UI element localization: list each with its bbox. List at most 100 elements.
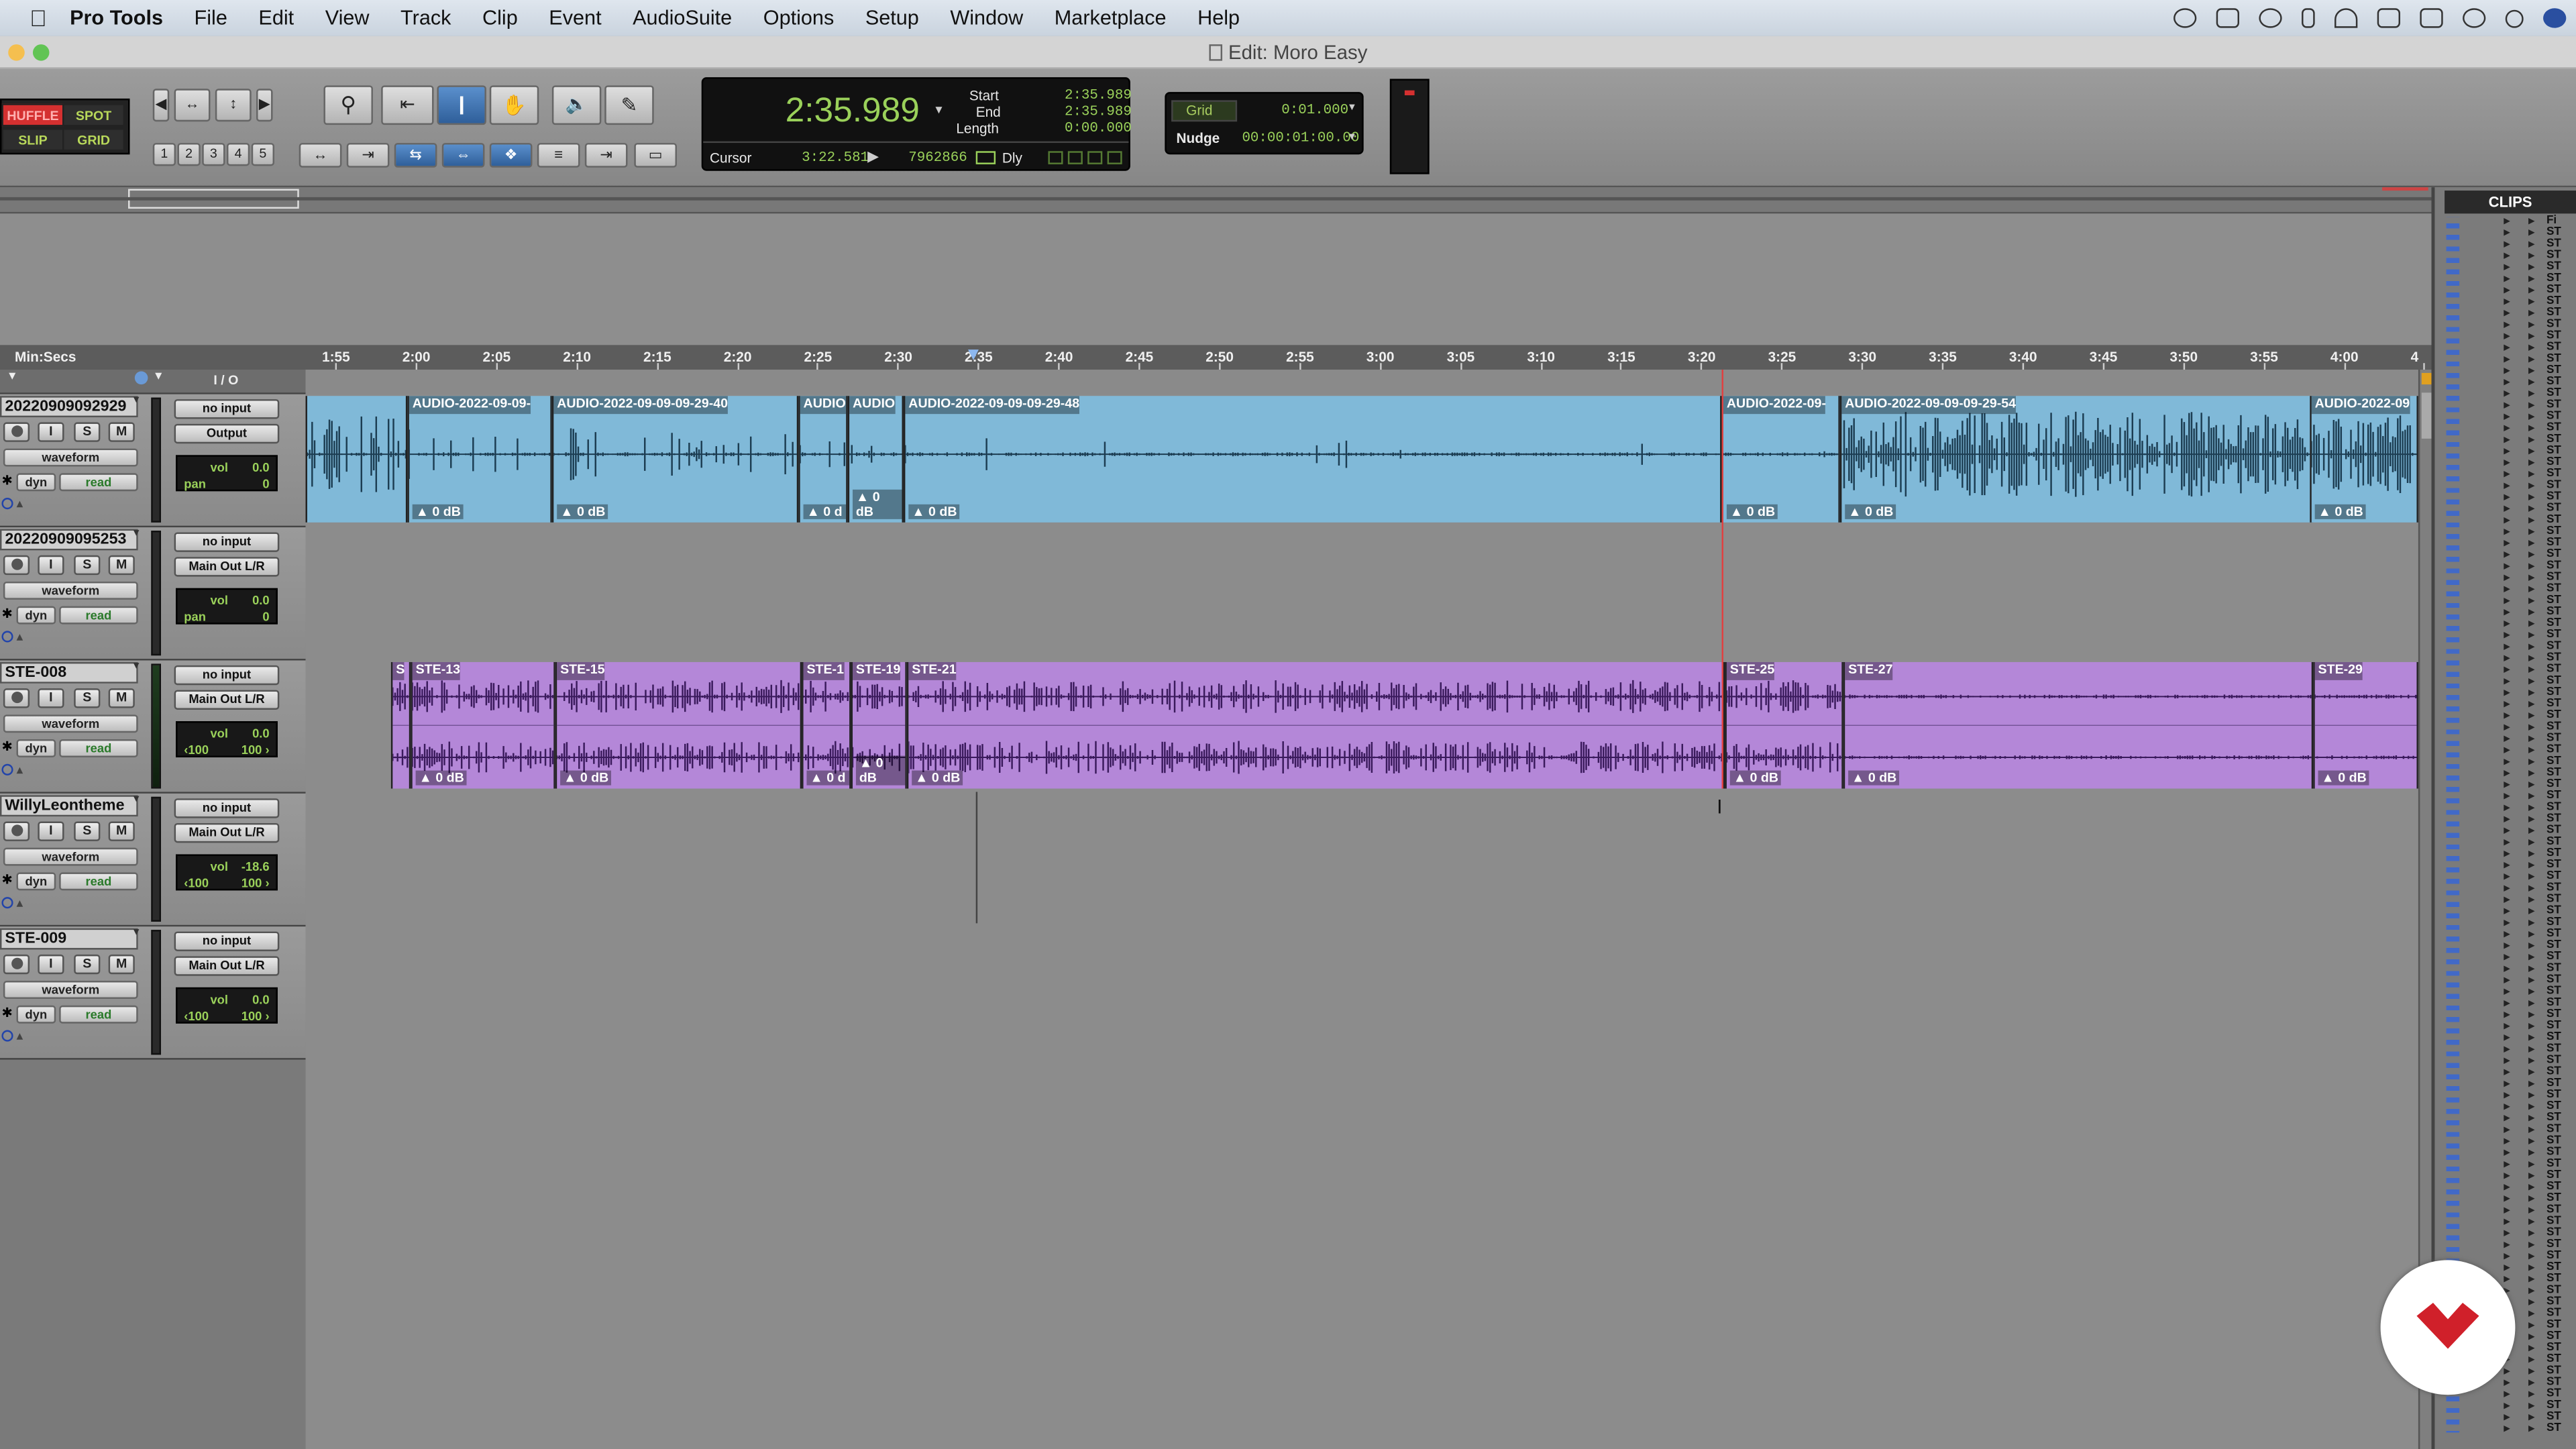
clip-expand-icon[interactable]: ▶ bbox=[2528, 1079, 2534, 1089]
vertical-zoom-button[interactable]: ↕ bbox=[215, 89, 252, 122]
clip-expand-icon[interactable]: ▶ bbox=[2528, 1309, 2534, 1320]
clip-expand-icon[interactable]: ▶ bbox=[2504, 574, 2510, 584]
clip-expand-icon[interactable]: ▶ bbox=[2504, 700, 2510, 710]
clips-list-entry[interactable]: ST bbox=[2546, 526, 2561, 537]
clip-expand-icon[interactable]: ▶ bbox=[2504, 424, 2510, 434]
clips-list-entry[interactable]: ST bbox=[2546, 928, 2561, 940]
playlist-icon[interactable]: ✱ bbox=[1, 872, 12, 887]
clips-list-entry[interactable]: ST bbox=[2546, 422, 2561, 433]
clips-list-entry[interactable]: ST bbox=[2546, 1331, 2561, 1342]
clips-list-entry[interactable]: ST bbox=[2546, 1227, 2561, 1238]
pan-right-value[interactable]: 100 › bbox=[241, 743, 270, 757]
clips-list-entry[interactable]: ST bbox=[2546, 790, 2561, 802]
clip-expand-icon[interactable]: ▶ bbox=[2528, 1229, 2534, 1239]
clip-expand-icon[interactable]: ▶ bbox=[2528, 1240, 2534, 1250]
track-header[interactable]: STE-008 ▼ I S Mwaveform ✱ dyn read ▴ no input Main… bbox=[0, 660, 306, 794]
pan-right-value[interactable]: 100 › bbox=[241, 875, 270, 890]
clip-expand-icon[interactable]: ▶ bbox=[2528, 550, 2534, 560]
clip-expand-icon[interactable]: ▶ bbox=[2528, 965, 2534, 975]
menu-file[interactable]: File bbox=[195, 7, 227, 30]
clips-list-entry[interactable]: ST bbox=[2546, 515, 2561, 526]
volume-value[interactable]: 0.0 bbox=[252, 593, 270, 608]
zoom-in-right-button[interactable]: ▶ bbox=[256, 89, 273, 122]
clips-list-entry[interactable]: ST bbox=[2546, 296, 2561, 307]
clip-expand-icon[interactable]: ▶ bbox=[2504, 769, 2510, 779]
clip-expand-icon[interactable]: ▶ bbox=[2528, 1367, 2534, 1377]
track-header[interactable]: STE-009 ▼ I S Mwaveform ✱ dyn read ▴ no input Main… bbox=[0, 926, 306, 1060]
clip-expand-icon[interactable]: ▶ bbox=[2504, 1137, 2510, 1147]
volume-icon[interactable] bbox=[2377, 8, 2400, 28]
track-resize-icon[interactable]: ▴ bbox=[16, 496, 23, 511]
clips-list-entry[interactable]: ST bbox=[2546, 733, 2561, 744]
clip-expand-icon[interactable]: ▶ bbox=[2528, 447, 2534, 457]
clip-expand-icon[interactable]: ▶ bbox=[2528, 941, 2534, 951]
clips-list-entry[interactable]: ST bbox=[2546, 502, 2561, 514]
clips-list-entry[interactable]: ST bbox=[2546, 1354, 2561, 1365]
clips-list-entry[interactable]: ST bbox=[2546, 480, 2561, 491]
trim-tool-icon[interactable]: ⇤ bbox=[381, 85, 434, 125]
clip-expand-icon[interactable]: ▶ bbox=[2528, 493, 2534, 503]
clips-list-entry[interactable]: ST bbox=[2546, 676, 2561, 687]
track-header[interactable]: 20220909095253 ▼ I S Mwaveform ✱ dyn read ▴ no in… bbox=[0, 527, 306, 661]
nudge-dropdown-icon[interactable]: ▼ bbox=[1347, 133, 1357, 143]
audio-clip[interactable]: AUDIO-2022-09 ▲ 0 dB bbox=[2310, 396, 2418, 523]
solo-button[interactable]: S bbox=[74, 555, 101, 576]
selection-length-value[interactable]: 0:00.000 bbox=[1065, 120, 1132, 136]
clip-expand-icon[interactable]: ▶ bbox=[2504, 861, 2510, 871]
track-resize-icon[interactable]: ▴ bbox=[16, 629, 23, 644]
clip-expand-icon[interactable]: ▶ bbox=[2504, 1183, 2510, 1193]
clips-list-entry[interactable]: ST bbox=[2546, 1377, 2561, 1388]
clips-list-entry[interactable]: ST bbox=[2546, 721, 2561, 733]
clips-list-entry[interactable]: ST bbox=[2546, 388, 2561, 399]
dyn-button[interactable]: dyn bbox=[16, 1005, 56, 1024]
globe-icon[interactable] bbox=[2174, 8, 2197, 28]
clip-expand-icon[interactable]: ▶ bbox=[2504, 884, 2510, 894]
grabber-hand-tool-icon[interactable]: ✋ bbox=[489, 85, 539, 125]
clips-list-entry[interactable]: ST bbox=[2546, 595, 2561, 606]
clips-list-entry[interactable]: ST bbox=[2546, 813, 2561, 824]
clip-expand-icon[interactable]: ▶ bbox=[2504, 297, 2510, 307]
clip-expand-icon[interactable]: ▶ bbox=[2504, 792, 2510, 802]
clip-expand-icon[interactable]: ▶ bbox=[2504, 401, 2510, 411]
audio-clip[interactable]: AUDIO-2022-09-09-09-29-54 ▲ 0 dB bbox=[1839, 396, 2314, 523]
clip-expand-icon[interactable]: ▶ bbox=[2528, 1045, 2534, 1055]
clip-expand-icon[interactable]: ▶ bbox=[2504, 965, 2510, 975]
clip-expand-icon[interactable]: ▶ bbox=[2504, 872, 2510, 882]
clip-expand-icon[interactable]: ▶ bbox=[2528, 343, 2534, 354]
clip-expand-icon[interactable]: ▶ bbox=[2528, 240, 2534, 250]
clips-list-entry[interactable]: ST bbox=[2546, 1365, 2561, 1377]
clip-expand-icon[interactable]: ▶ bbox=[2528, 1355, 2534, 1365]
clips-list-entry[interactable]: ST bbox=[2546, 894, 2561, 905]
clips-list-entry[interactable]: ST bbox=[2546, 227, 2561, 238]
keyboard-focus-icon[interactable]: ⇥ bbox=[584, 143, 628, 168]
clips-list-entry[interactable]: ST bbox=[2546, 1032, 2561, 1043]
zoom-preset-4[interactable]: 4 bbox=[226, 143, 250, 166]
input-monitor-button[interactable]: I bbox=[38, 821, 64, 841]
clip-expand-icon[interactable]: ▶ bbox=[2504, 343, 2510, 354]
time-machine-icon[interactable] bbox=[2259, 8, 2282, 28]
track-name[interactable]: STE-009 bbox=[0, 928, 138, 950]
track-name[interactable]: 20220909095253 bbox=[0, 529, 138, 551]
clip-expand-icon[interactable]: ▶ bbox=[2528, 1114, 2534, 1124]
clip-expand-icon[interactable]: ▶ bbox=[2504, 458, 2510, 468]
clips-list-entry[interactable]: ST bbox=[2546, 698, 2561, 710]
menu-clip[interactable]: Clip bbox=[482, 7, 518, 30]
audio-clip[interactable]: AUDIO-2022-09-09-09-29-48 ▲ 0 dB bbox=[903, 396, 1722, 523]
clip-expand-icon[interactable]: ▶ bbox=[2504, 815, 2510, 825]
clip-expand-icon[interactable]: ▶ bbox=[2528, 1171, 2534, 1181]
record-enable-button[interactable] bbox=[3, 555, 30, 576]
clips-list-entry[interactable]: ST bbox=[2546, 629, 2561, 641]
edit-timeline-area[interactable] bbox=[305, 370, 2418, 1449]
clip-expand-icon[interactable]: ▶ bbox=[2528, 252, 2534, 262]
stereo-audio-clip[interactable]: STE-25 ▲ 0 dB bbox=[1725, 661, 1843, 789]
clip-expand-icon[interactable]: ▶ bbox=[2528, 1010, 2534, 1020]
playlist-icon[interactable]: ✱ bbox=[1, 1006, 12, 1020]
clip-expand-icon[interactable]: ▶ bbox=[2528, 780, 2534, 790]
airplay-icon[interactable] bbox=[2216, 8, 2239, 28]
clip-expand-icon[interactable]: ▶ bbox=[2528, 378, 2534, 388]
clock-icon[interactable] bbox=[2463, 8, 2486, 28]
show-tracks-icon[interactable] bbox=[134, 371, 148, 385]
clip-expand-icon[interactable]: ▶ bbox=[2528, 1287, 2534, 1297]
clips-list-entry[interactable]: ST bbox=[2546, 905, 2561, 916]
clip-expand-icon[interactable]: ▶ bbox=[2528, 1206, 2534, 1216]
